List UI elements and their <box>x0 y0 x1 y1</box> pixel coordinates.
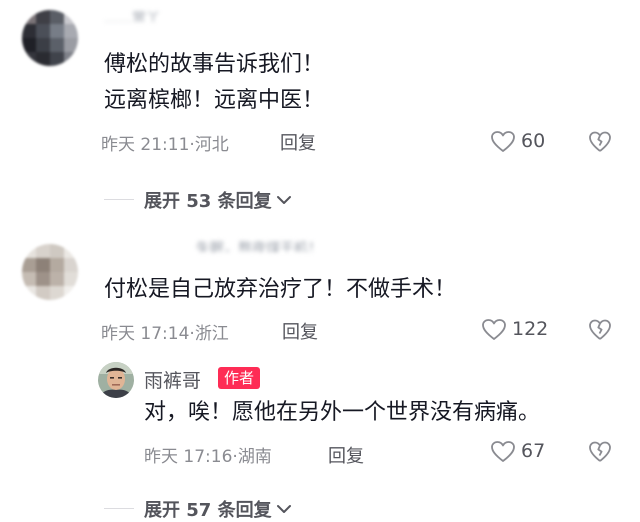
location: 湖南 <box>237 447 272 467</box>
location: 河北 <box>194 135 229 155</box>
expand-replies-button[interactable]: 展开 53 条回复 <box>144 187 293 213</box>
divider <box>104 508 134 509</box>
reply-button[interactable]: 回复 <box>282 318 318 344</box>
heart-outline-icon[interactable] <box>481 318 507 342</box>
timestamp: 昨天 17:14 <box>101 324 190 344</box>
heart-outline-icon[interactable] <box>490 130 516 154</box>
broken-heart-icon[interactable] <box>588 130 612 154</box>
like-count: 60 <box>521 130 546 152</box>
reply-username[interactable]: 雨裤哥 <box>144 366 201 393</box>
like-count: 122 <box>512 318 549 340</box>
broken-heart-icon[interactable] <box>588 318 612 342</box>
location: 浙江 <box>194 324 229 344</box>
chevron-down-icon <box>276 505 291 513</box>
reply-button[interactable]: 回复 <box>328 442 364 468</box>
comment-text-line: 付松是自己放弃治疗了！不做手术！ <box>104 277 457 302</box>
username[interactable]: 失眠，熬夜煤干机！ <box>196 238 396 252</box>
chevron-down-icon <box>276 196 291 204</box>
like-count: 67 <box>521 440 546 462</box>
expand-replies-label: 展开 53 条回复 <box>144 191 272 212</box>
expand-replies-label: 展开 57 条回复 <box>144 500 272 521</box>
reply-button[interactable]: 回复 <box>280 129 316 155</box>
avatar[interactable] <box>22 244 78 300</box>
username[interactable]: ……赏丫 <box>104 8 164 22</box>
divider <box>104 199 134 200</box>
comment-text-line: 傅松的故事告诉我们！ <box>104 52 325 77</box>
avatar[interactable] <box>22 10 78 66</box>
comment-meta: 昨天 17:16·湖南 <box>144 442 272 467</box>
timestamp: 昨天 21:11 <box>101 135 190 155</box>
comment-text-line: 远离槟榔！远离中医！ <box>104 88 325 113</box>
expand-replies-button[interactable]: 展开 57 条回复 <box>144 496 293 522</box>
broken-heart-icon[interactable] <box>588 440 612 464</box>
reply-text: 对，唉！愿他在另外一个世界没有病痛。 <box>144 400 541 425</box>
comment-meta: 昨天 21:11·河北 <box>101 130 229 155</box>
author-badge: 作者 <box>218 367 261 389</box>
avatar[interactable] <box>98 362 134 398</box>
heart-outline-icon[interactable] <box>490 440 516 464</box>
timestamp: 昨天 17:16 <box>144 447 233 467</box>
comment-meta: 昨天 17:14·浙江 <box>101 319 229 344</box>
